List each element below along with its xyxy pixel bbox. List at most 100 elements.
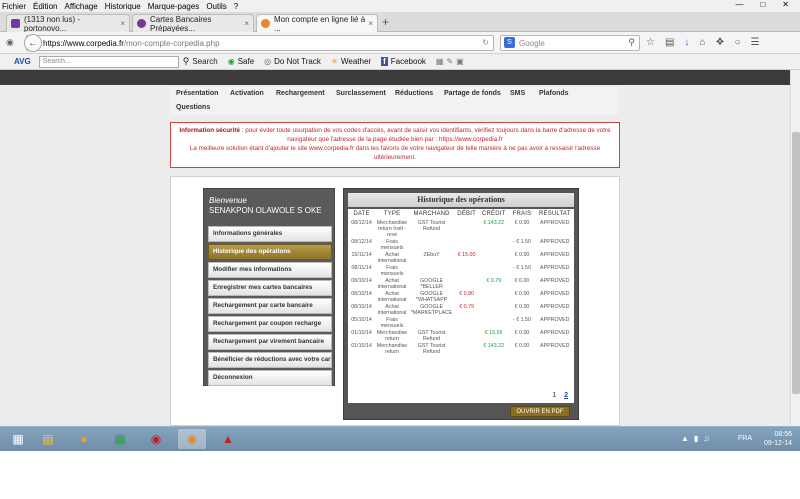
clock[interactable]: 08:56 09-12-14	[764, 430, 792, 448]
note-icon[interactable]: ▣	[456, 57, 464, 66]
weather-icon: ☀	[330, 57, 338, 66]
security-line-1: Information sécurité : pour éviter toute…	[171, 126, 619, 135]
menu-historique-operations[interactable]: Historique des opérations	[208, 244, 332, 260]
cell-marchand	[409, 264, 454, 277]
acrobat-icon[interactable]: ▲	[214, 429, 242, 449]
cell-date: 08/12/14	[351, 220, 372, 226]
search-engine-icon[interactable]: S	[504, 37, 515, 48]
back-button[interactable]: ←	[24, 34, 42, 52]
menu-edition[interactable]: Édition	[33, 2, 57, 11]
bookmark-star-icon[interactable]: ☆	[646, 37, 655, 48]
table-row: 01/10/14 Merchandise return GST Tourist Re…	[348, 342, 574, 355]
cell-frais: € 0.00	[514, 330, 530, 336]
language-indicator[interactable]: FRA	[738, 435, 752, 442]
search-icon[interactable]: ⚲	[628, 37, 635, 48]
menu-help[interactable]: ?	[234, 2, 238, 11]
nav-surclassement[interactable]: Surclassement	[336, 90, 386, 97]
page-1[interactable]: 1	[552, 392, 556, 399]
menu-reductions[interactable]: Bénéficier de réductions avec votre cart…	[208, 352, 332, 368]
explorer-icon[interactable]: ▤	[34, 429, 62, 449]
calculator-icon[interactable]: ▦	[436, 57, 444, 66]
back-arrow-icon: ←	[28, 37, 38, 49]
nav-partage-de-fonds[interactable]: Partage de fonds	[444, 90, 501, 97]
avg-search-button[interactable]: Search	[192, 57, 217, 66]
glasses-icon[interactable]: ◉	[6, 37, 14, 48]
menu-marque-pages[interactable]: Marque-pages	[148, 2, 200, 11]
bookmarks-list-icon[interactable]: ▤	[665, 37, 674, 48]
search-input[interactable]: S Google ⚲	[500, 35, 640, 51]
close-window-icon[interactable]: ✕	[782, 0, 789, 9]
cell-marchand: GST Tourist Refund	[417, 343, 446, 355]
facebook-button[interactable]: f Facebook	[381, 57, 426, 66]
menu-affichage[interactable]: Affichage	[64, 2, 97, 11]
reload-icon[interactable]: ↻	[482, 38, 489, 47]
edit-icon[interactable]: ✎	[446, 57, 453, 66]
nav-questions[interactable]: Questions	[176, 104, 210, 111]
search-icon[interactable]: ⚲	[183, 56, 190, 67]
cell-frais: - € 1.50	[512, 239, 531, 245]
maximize-icon[interactable]: □	[760, 0, 765, 9]
url-host: https://www.corpedia.fr	[43, 38, 124, 48]
menu-historique[interactable]: Historique	[105, 2, 141, 11]
menu-deconnexion[interactable]: Déconnexion	[208, 370, 332, 386]
url-bar[interactable]: https://www.corpedia.fr/mon-compte-corpe…	[26, 35, 494, 51]
menu-outils[interactable]: Outils	[206, 2, 226, 11]
nav-activation[interactable]: Activation	[230, 90, 264, 97]
close-tab-icon[interactable]: ×	[244, 19, 249, 28]
avg-logo[interactable]: AVG	[14, 57, 31, 66]
volume-icon[interactable]: ♫	[703, 434, 709, 443]
do-not-track-button[interactable]: ◎ Do Not Track	[264, 57, 321, 66]
addon-icon[interactable]: ❖	[715, 37, 724, 48]
menu-rechargement-virement[interactable]: Rechargement par virement bancaire	[208, 334, 332, 350]
close-tab-icon[interactable]: ×	[368, 19, 373, 28]
security-title: Information sécurité	[179, 127, 240, 134]
site-header	[0, 70, 790, 85]
safe-button[interactable]: ◉ Safe	[228, 57, 254, 66]
new-tab-button[interactable]: +	[382, 15, 389, 29]
nav-rechargement[interactable]: Rechargement	[276, 90, 325, 97]
menu-rechargement-carte[interactable]: Rechargement par carte bancaire	[208, 298, 332, 314]
firefox-icon[interactable]: ◉	[178, 429, 206, 449]
minimize-icon[interactable]: —	[735, 0, 743, 9]
page-2[interactable]: 2	[564, 392, 568, 399]
menu-rechargement-coupon[interactable]: Rechargement par coupon recharge	[208, 316, 332, 332]
tab-mon-compte[interactable]: Mon compte en ligne lié à ... ×	[256, 14, 378, 33]
operations-table: DATE TYPE MARCHAND DÉBIT CRÉDIT FRAIS RÉ…	[348, 209, 574, 355]
media-player-icon[interactable]: ●	[70, 429, 98, 449]
start-button[interactable]: ▦	[4, 429, 32, 449]
tab-mail[interactable]: (1313 non lus) - portonovo... ×	[6, 14, 130, 33]
cell-resultat: APPROVED	[540, 278, 570, 284]
network-icon[interactable]: ▮	[694, 434, 698, 443]
open-pdf-button[interactable]: OUVRIR EN PDF	[510, 406, 570, 417]
menu-informations-generales[interactable]: Informations générales	[208, 226, 332, 242]
cell-credit	[479, 290, 508, 303]
menu-enregistrer-cartes[interactable]: Enregistrer mes cartes bancaires	[208, 280, 332, 296]
account-content: Bienvenue SENAKPON OLAWOLE S OKE Informa…	[170, 176, 620, 426]
menu-fichier[interactable]: Fichier	[2, 2, 26, 11]
weather-button[interactable]: ☀ Weather	[331, 57, 371, 66]
tab-cartes[interactable]: Cartes Bancaires Prépayées... ×	[132, 14, 254, 33]
facebook-icon: f	[381, 57, 388, 66]
tab-label: (1313 non lus) - portonovo...	[24, 14, 81, 33]
weather-label: Weather	[341, 57, 372, 66]
nav-presentation[interactable]: Présentation	[176, 90, 218, 97]
nav-plafonds[interactable]: Plafonds	[539, 90, 569, 97]
app-icon[interactable]: ◉	[142, 429, 170, 449]
download-icon[interactable]: ↓	[684, 37, 689, 48]
nav-sms[interactable]: SMS	[510, 90, 525, 97]
menu-icon[interactable]: ☰	[750, 37, 759, 48]
home-icon[interactable]: ⌂	[699, 37, 705, 48]
cell-marchand: GOOGLE *WHATSAPP	[415, 291, 448, 303]
menu-modifier-informations[interactable]: Modifier mes informations	[208, 262, 332, 278]
excel-icon[interactable]: ▦	[106, 429, 134, 449]
cell-date: 08/12/14	[351, 239, 372, 245]
system-tray: ▲ ▮ ♫	[681, 434, 709, 443]
sync-icon[interactable]: ○	[734, 37, 740, 48]
page-scrollbar[interactable]	[790, 70, 800, 426]
nav-reductions[interactable]: Réductions	[395, 90, 433, 97]
close-tab-icon[interactable]: ×	[120, 19, 125, 28]
avg-search-input[interactable]: Search...	[38, 55, 179, 68]
scrollbar-thumb[interactable]	[792, 132, 800, 394]
table-row: 08/11/14 Frais mensuels - € 1.50 APPROVED	[348, 264, 574, 277]
tray-up-arrow-icon[interactable]: ▲	[681, 434, 689, 443]
